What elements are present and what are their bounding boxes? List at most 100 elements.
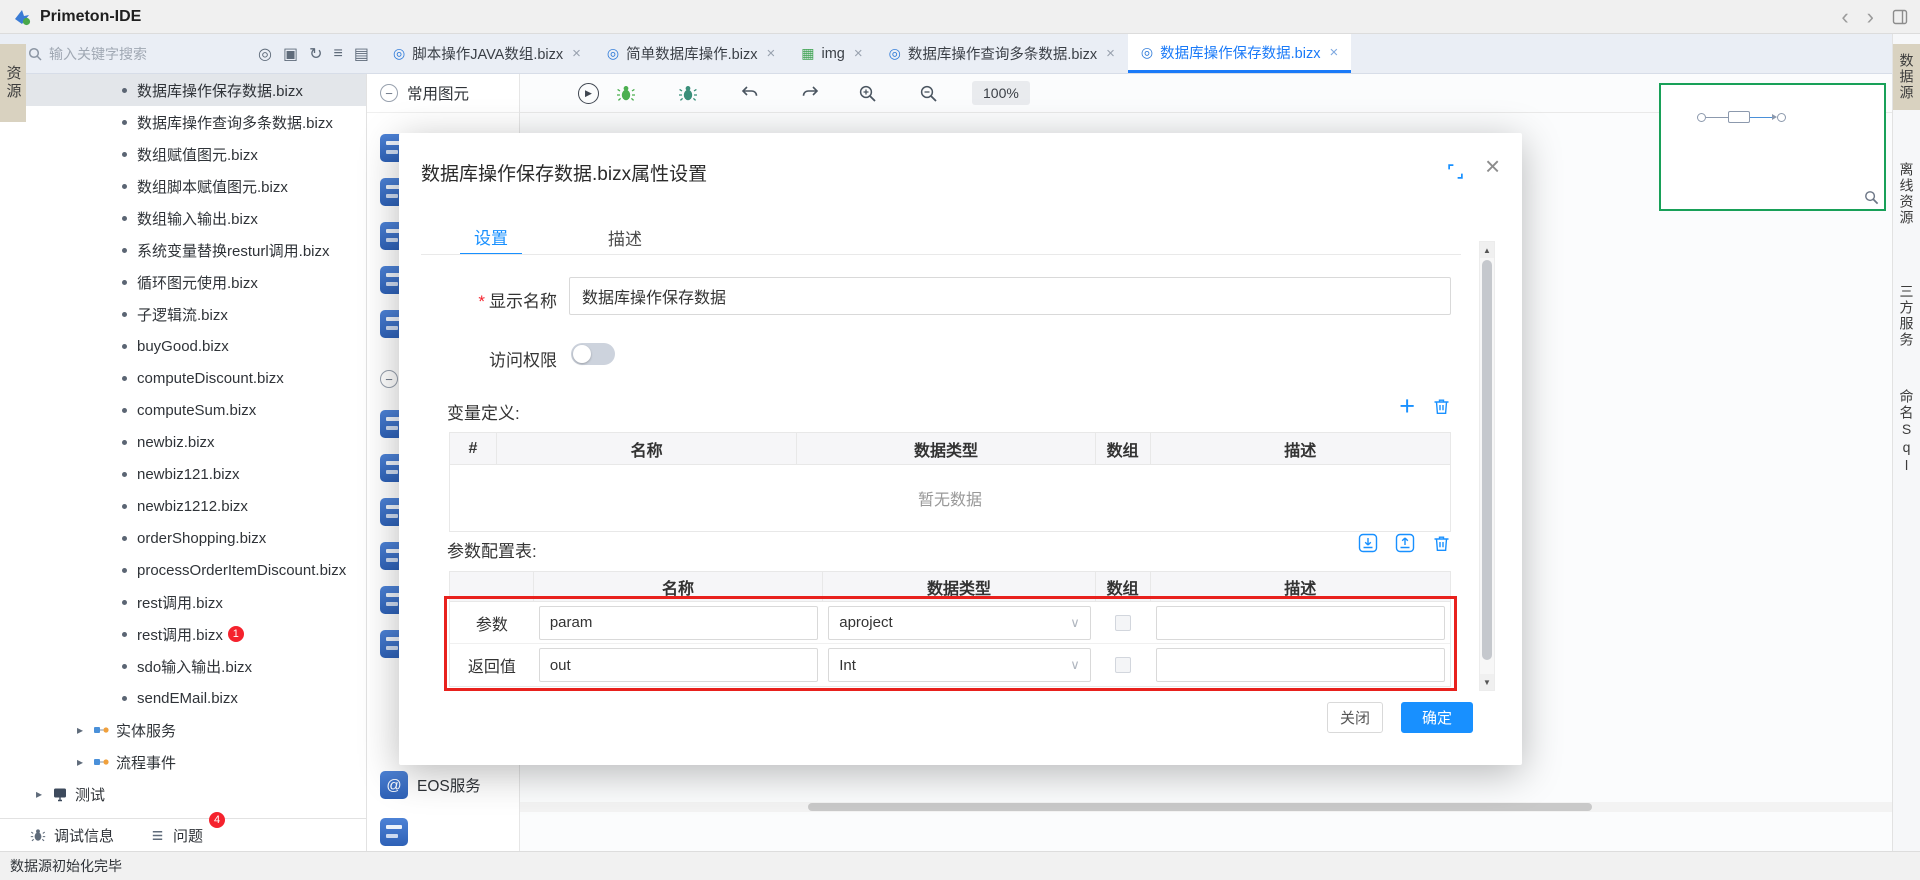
tree-file-item[interactable]: 数组输入输出.bizx xyxy=(0,202,366,234)
tab-close-icon[interactable]: × xyxy=(572,45,581,62)
run-icon[interactable]: ▶ xyxy=(578,83,599,104)
import-params-icon[interactable] xyxy=(1358,533,1378,553)
add-variable-icon[interactable]: + xyxy=(1399,395,1415,417)
delete-param-icon[interactable] xyxy=(1432,534,1451,553)
scroll-down-icon[interactable]: ▼ xyxy=(1480,674,1494,690)
collapse-icon[interactable]: − xyxy=(380,370,398,388)
tab-img[interactable]: ▦ img × xyxy=(788,34,875,73)
tree-file-item[interactable]: 系统变量替换resturl调用.bizx xyxy=(0,234,366,266)
chevron-right-icon[interactable]: ▸ xyxy=(74,723,86,737)
tab-db-query-multi[interactable]: ◎ 数据库操作查询多条数据.bizx × xyxy=(876,34,1128,73)
copy-layers-icon[interactable]: ▤ xyxy=(354,44,369,64)
tab-close-icon[interactable]: × xyxy=(854,45,863,62)
tree-file-item[interactable]: buyGood.bizx xyxy=(0,330,366,362)
tab-close-icon[interactable]: × xyxy=(766,45,775,62)
dialog-tabs: 设置 描述 xyxy=(421,219,656,255)
dialog-tab-settings[interactable]: 设置 xyxy=(460,219,522,255)
dialog-tab-description[interactable]: 描述 xyxy=(594,219,656,255)
tree-file-item[interactable]: 循环图元使用.bizx xyxy=(0,266,366,298)
tab-script-java-array[interactable]: ◎ 脚本操作JAVA数组.bizx × xyxy=(380,34,594,73)
horizontal-scrollbar[interactable] xyxy=(520,802,1892,812)
rail-tab-resources[interactable]: 资源 xyxy=(0,44,26,122)
zoom-level[interactable]: 100% xyxy=(972,81,1030,105)
step-debug-icon[interactable] xyxy=(678,83,698,103)
refresh-icon[interactable]: ↻ xyxy=(309,44,322,64)
array-checkbox[interactable] xyxy=(1115,615,1131,631)
return-desc-input[interactable] xyxy=(1156,648,1445,682)
rail-tab-offline-resources[interactable]: 离线资源 xyxy=(1893,153,1920,235)
tree-file-item[interactable]: newbiz1212.bizx xyxy=(0,490,366,522)
tree-file-item[interactable]: rest调用.bizx xyxy=(0,586,366,618)
status-message: 数据源初始化完毕 xyxy=(10,856,122,876)
scrollbar-thumb[interactable] xyxy=(1482,260,1492,660)
tree-file-item[interactable]: processOrderItemDiscount.bizx xyxy=(0,554,366,586)
close-button[interactable]: 关闭 xyxy=(1327,702,1383,733)
export-params-icon[interactable] xyxy=(1395,533,1415,553)
tab-close-icon[interactable]: × xyxy=(1329,44,1338,61)
redo-icon[interactable] xyxy=(800,83,820,103)
zoom-out-icon[interactable] xyxy=(919,84,938,103)
tree-file-item[interactable]: 数组脚本赋值图元.bizx xyxy=(0,170,366,202)
tree-file-item[interactable]: sdo输入输出.bizx xyxy=(0,650,366,682)
palette-element-icon[interactable] xyxy=(380,818,408,846)
tree-file-item[interactable]: computeDiscount.bizx xyxy=(0,362,366,394)
problems-tab[interactable]: 问题 xyxy=(150,825,203,846)
palette-section-common[interactable]: − 常用图元 xyxy=(367,74,519,113)
nav-forward-icon[interactable]: › xyxy=(1867,6,1874,28)
tab-divider xyxy=(421,254,1461,255)
rail-tab-datasource[interactable]: 数据源 xyxy=(1893,44,1920,110)
tree-node-entity-services[interactable]: ▸ 实体服务 xyxy=(0,714,366,746)
scroll-up-icon[interactable]: ▲ xyxy=(1480,242,1494,258)
close-icon[interactable]: × xyxy=(1485,153,1500,179)
dialog-scrollbar[interactable]: ▲ ▼ xyxy=(1479,241,1495,691)
array-checkbox[interactable] xyxy=(1115,657,1131,673)
tab-close-icon[interactable]: × xyxy=(1106,45,1115,62)
debug-info-tab[interactable]: 调试信息 xyxy=(30,825,114,846)
tree-file-item[interactable]: newbiz121.bizx xyxy=(0,458,366,490)
tree-node-test[interactable]: ▸ 测试 xyxy=(0,778,366,810)
scrollbar-thumb[interactable] xyxy=(808,803,1592,811)
debug-bug-icon xyxy=(30,827,46,843)
tree-file-item[interactable]: computeSum.bizx xyxy=(0,394,366,426)
tree-file-item[interactable]: 数据库操作查询多条数据.bizx xyxy=(0,106,366,138)
sort-icon[interactable]: ≡ xyxy=(334,45,343,63)
zoom-in-icon[interactable] xyxy=(858,84,877,103)
undo-icon[interactable] xyxy=(740,83,760,103)
locate-icon[interactable]: ◎ xyxy=(258,44,272,64)
palette-eos-label: EOS服务 xyxy=(417,774,481,796)
archive-icon[interactable]: ▣ xyxy=(283,44,298,64)
maximize-icon[interactable] xyxy=(1447,163,1464,180)
dialog-title: 数据库操作保存数据.bizx属性设置 xyxy=(421,159,707,186)
rail-tab-named-sql[interactable]: 命名Sql xyxy=(1893,380,1920,484)
return-type-select[interactable]: Int ∨ xyxy=(828,648,1090,682)
ok-button[interactable]: 确定 xyxy=(1401,702,1473,733)
param-name-input[interactable] xyxy=(539,606,818,640)
param-type-select[interactable]: aproject ∨ xyxy=(828,606,1090,640)
tree-file-item[interactable]: sendEMail.bizx xyxy=(0,682,366,714)
access-permission-toggle[interactable] xyxy=(571,343,615,365)
search-input[interactable] xyxy=(49,46,219,62)
tree-file-item[interactable]: 数据库操作保存数据.bizx xyxy=(0,74,366,106)
tree-node-process-events[interactable]: ▸ 流程事件 xyxy=(0,746,366,778)
palette-section-eos[interactable]: @ EOS服务 xyxy=(380,771,481,799)
delete-variable-icon[interactable] xyxy=(1432,397,1451,416)
rail-tab-third-party-services[interactable]: 三方服务 xyxy=(1893,275,1920,357)
tree-file-item[interactable]: rest调用.bizx1 xyxy=(0,618,366,650)
nav-back-icon[interactable]: ‹ xyxy=(1841,6,1848,28)
display-name-input[interactable] xyxy=(569,277,1451,315)
layout-toggle-icon[interactable] xyxy=(1892,9,1908,25)
tab-db-save[interactable]: ◎ 数据库操作保存数据.bizx × xyxy=(1128,34,1351,73)
tree-file-item[interactable]: 子逻辑流.bizx xyxy=(0,298,366,330)
tab-simple-db[interactable]: ◎ 简单数据库操作.bizx × xyxy=(594,34,788,73)
magnifier-icon[interactable] xyxy=(1864,190,1879,205)
tree-file-item[interactable]: newbiz.bizx xyxy=(0,426,366,458)
return-name-input[interactable] xyxy=(539,648,818,682)
tree-file-item[interactable]: orderShopping.bizx xyxy=(0,522,366,554)
selected-element-preview[interactable] xyxy=(1659,83,1886,211)
chevron-right-icon[interactable]: ▸ xyxy=(74,755,86,769)
tree-file-item[interactable]: 数组赋值图元.bizx xyxy=(0,138,366,170)
chevron-right-icon[interactable]: ▸ xyxy=(33,787,45,801)
param-desc-input[interactable] xyxy=(1156,606,1445,640)
debug-icon[interactable] xyxy=(616,83,636,103)
collapse-icon[interactable]: − xyxy=(380,84,398,102)
